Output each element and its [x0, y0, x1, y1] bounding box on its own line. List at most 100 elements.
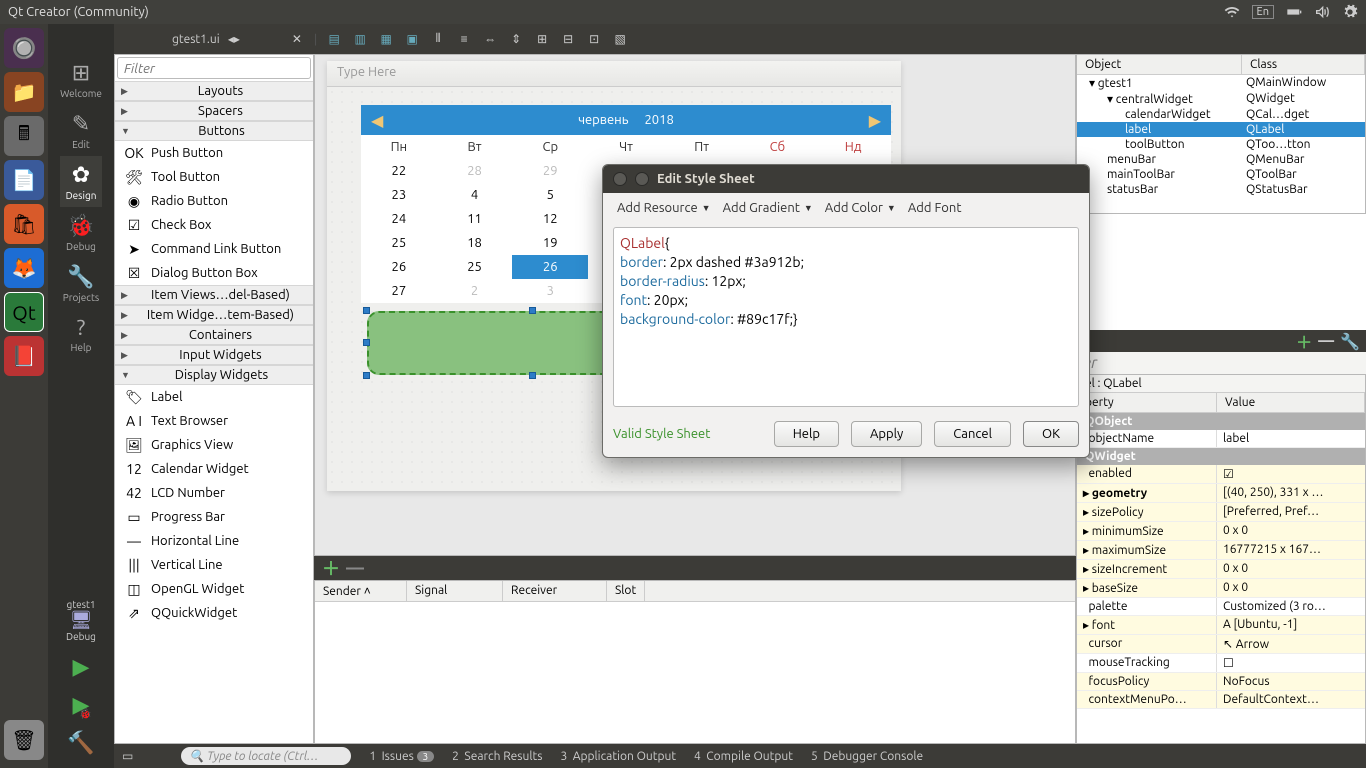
menu-add-gradient[interactable]: Add Gradient ▼ — [719, 197, 817, 219]
widget-progress-bar[interactable]: ▭Progress Bar — [115, 505, 313, 529]
layout-v-icon[interactable]: ▥ — [351, 30, 369, 48]
run-debug-button[interactable]: ▶🐞 — [73, 692, 90, 718]
ok-button[interactable]: OK — [1023, 421, 1079, 447]
mode-help[interactable]: ?Help — [60, 309, 102, 359]
widget-radio-button[interactable]: ◉Radio Button — [115, 189, 313, 213]
remove-icon[interactable]: — — [1318, 332, 1334, 350]
widget-check-box[interactable]: ☑Check Box — [115, 213, 313, 237]
object-menuBar[interactable]: menuBarQMenuBar — [1077, 152, 1365, 167]
add-icon[interactable]: ＋ — [322, 555, 340, 581]
widget-opengl-widget[interactable]: ◫OpenGL Widget — [115, 577, 313, 601]
file-combo[interactable]: gtest1.ui ◂▸ — [162, 30, 280, 48]
mode-welcome[interactable]: ⊞Welcome — [60, 54, 102, 105]
grid2-icon[interactable]: ⊟ — [559, 30, 577, 48]
grid1-icon[interactable]: ⊞ — [533, 30, 551, 48]
prop-enabled[interactable]: enabled☑ — [1077, 465, 1365, 484]
menu-add-resource[interactable]: Add Resource ▼ — [613, 197, 715, 219]
gear-icon[interactable] — [1342, 4, 1358, 20]
launcher-dash[interactable]: 🔘 — [4, 28, 44, 68]
prop-mouseTracking[interactable]: mouseTracking☐ — [1077, 654, 1365, 673]
run-button[interactable]: ▶ — [73, 654, 90, 680]
grid3-icon[interactable]: ⊡ — [585, 30, 603, 48]
layout-grid-icon[interactable]: ▦ — [377, 30, 395, 48]
wrench-icon[interactable]: 🔧 — [1340, 332, 1360, 351]
object-gtest1[interactable]: ▾ gtest1QMainWindow — [1077, 75, 1365, 91]
grid4-icon[interactable]: ▧ — [611, 30, 629, 48]
layout-h-icon[interactable]: ▤ — [325, 30, 343, 48]
launcher-qtcreator[interactable]: Qt — [4, 292, 44, 332]
category-display-widgets[interactable]: ▼Display Widgets — [115, 365, 313, 385]
menu-add-font[interactable]: Add Font — [904, 197, 966, 219]
output-application-output[interactable]: 3 Application Output — [560, 750, 676, 763]
prop-maximumSize[interactable]: ▸ maximumSize16777215 x 167… — [1077, 541, 1365, 560]
form-menubar[interactable]: Type Here — [327, 61, 901, 87]
prop-sizeIncrement[interactable]: ▸ sizeIncrement0 x 0 — [1077, 560, 1365, 579]
output-search-results[interactable]: 2 Search Results — [452, 750, 542, 763]
object-mainToolBar[interactable]: mainToolBarQToolBar — [1077, 167, 1365, 182]
build-button[interactable]: 🔨 — [67, 730, 94, 756]
minimize-icon[interactable] — [635, 172, 649, 186]
locator-input[interactable]: 🔍 Type to locate (Ctrl… — [181, 747, 351, 765]
category-spacers[interactable]: ▶Spacers — [115, 101, 313, 121]
layout-form-icon[interactable]: ▣ — [403, 30, 421, 48]
hsplit-icon[interactable]: ⇔ — [481, 30, 499, 48]
category-item-widge-tem-based-[interactable]: ▶Item Widge…tem-Based) — [115, 305, 313, 325]
object-toolButton[interactable]: toolButtonQToo…tton — [1077, 137, 1365, 152]
widget-tool-button[interactable]: 🛠Tool Button — [115, 165, 313, 189]
widget-lcd-number[interactable]: 42LCD Number — [115, 481, 313, 505]
dialog-titlebar[interactable]: Edit Style Sheet — [603, 165, 1089, 193]
prop-focusPolicy[interactable]: focusPolicyNoFocus — [1077, 673, 1365, 691]
widget-horizontal-line[interactable]: —Horizontal Line — [115, 529, 313, 553]
widget-graphics-view[interactable]: 🖼Graphics View — [115, 433, 313, 457]
category-item-views-del-based-[interactable]: ▶Item Views…del-Based) — [115, 285, 313, 305]
widget-command-link-button[interactable]: ➤Command Link Button — [115, 237, 313, 261]
launcher-firefox[interactable]: 🦊 — [4, 248, 44, 288]
prop-palette[interactable]: paletteCustomized (3 ro… — [1077, 598, 1365, 616]
category-containers[interactable]: ▶Containers — [115, 325, 313, 345]
menu-add-color[interactable]: Add Color ▼ — [821, 197, 900, 219]
prop-baseSize[interactable]: ▸ baseSize0 x 0 — [1077, 579, 1365, 598]
cal-next-icon[interactable]: ▶ — [869, 111, 881, 130]
close-icon[interactable] — [613, 172, 627, 186]
close-icon[interactable]: ✕ — [288, 30, 306, 48]
prop-geometry[interactable]: ▸ geometry[(40, 250), 331 x … — [1077, 484, 1365, 503]
cal-prev-icon[interactable]: ◀ — [371, 111, 383, 130]
stylesheet-textarea[interactable]: QLabel{border: 2px dashed #3a912b;border… — [613, 227, 1079, 407]
widget-dialog-button-box[interactable]: ☒Dialog Button Box — [115, 261, 313, 285]
prop-font[interactable]: ▸ fontA [Ubuntu, -1] — [1077, 616, 1365, 635]
launcher-software[interactable]: 🛍 — [4, 204, 44, 244]
help-button[interactable]: Help — [774, 421, 839, 447]
prop-contextMenuPo…[interactable]: contextMenuPo…DefaultContext… — [1077, 691, 1365, 709]
widget-vertical-line[interactable]: |||Vertical Line — [115, 553, 313, 577]
prop-objectName[interactable]: objectNamelabel — [1077, 430, 1365, 448]
widget-qquickwidget[interactable]: ⇗QQuickWidget — [115, 601, 313, 625]
mode-edit[interactable]: ✎Edit — [60, 105, 102, 156]
prop-cursor[interactable]: cursor↖ Arrow — [1077, 635, 1365, 654]
mode-design[interactable]: ✿Design — [60, 156, 102, 207]
remove-icon[interactable]: — — [346, 558, 364, 578]
object-calendarWidget[interactable]: calendarWidgetQCal…dget — [1077, 107, 1365, 122]
output-compile-output[interactable]: 4 Compile Output — [694, 750, 793, 763]
category-input-widgets[interactable]: ▶Input Widgets — [115, 345, 313, 365]
widget-text-browser[interactable]: A IText Browser — [115, 409, 313, 433]
mode-projects[interactable]: 🔧Projects — [60, 258, 102, 309]
sidebar-toggle-icon[interactable]: ▭ — [122, 749, 133, 763]
prop-minimumSize[interactable]: ▸ minimumSize0 x 0 — [1077, 522, 1365, 541]
kit-selector[interactable]: gtest1 🖥 Debug — [66, 599, 96, 642]
object-centralWidget[interactable]: ▾ centralWidgetQWidget — [1077, 91, 1365, 107]
mode-debug[interactable]: 🐞Debug — [60, 207, 102, 258]
break-layout-icon[interactable]: ⫴ — [429, 30, 447, 48]
object-statusBar[interactable]: statusBarQStatusBar — [1077, 182, 1365, 197]
category-buttons[interactable]: ▼Buttons — [115, 121, 313, 141]
object-label[interactable]: labelQLabel — [1077, 122, 1365, 137]
prop-sizePolicy[interactable]: ▸ sizePolicy[Preferred, Pref… — [1077, 503, 1365, 522]
launcher-calc[interactable]: 🖩 — [4, 116, 44, 156]
vsplit-icon[interactable]: ⇕ — [507, 30, 525, 48]
output-debugger-console[interactable]: 5 Debugger Console — [811, 750, 923, 763]
widget-label[interactable]: 🏷Label — [115, 385, 313, 409]
add-icon[interactable]: ＋ — [1296, 329, 1312, 353]
launcher-writer[interactable]: 📄 — [4, 160, 44, 200]
cancel-button[interactable]: Cancel — [934, 421, 1011, 447]
language-indicator[interactable]: En — [1252, 5, 1274, 19]
launcher-files[interactable]: 📁 — [4, 72, 44, 112]
